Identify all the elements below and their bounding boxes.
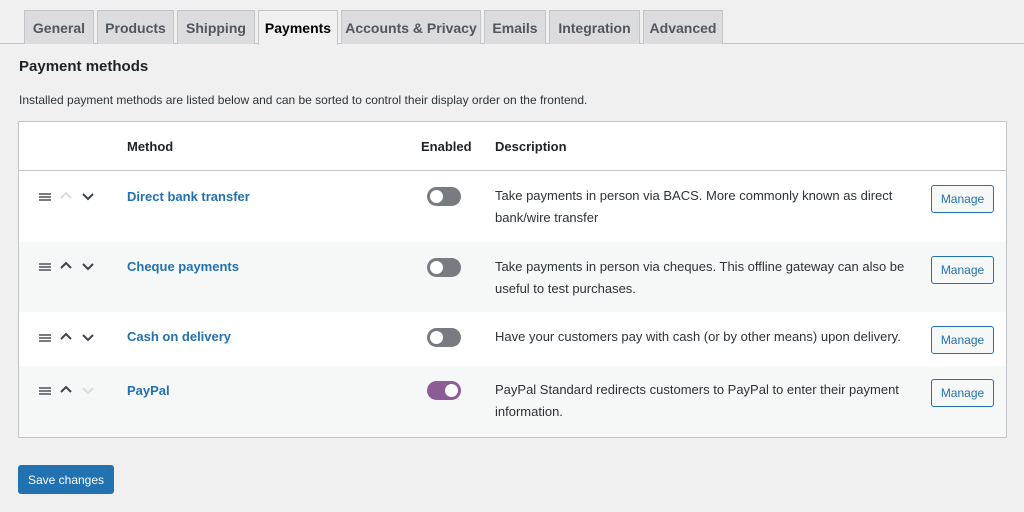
tab-accounts-privacy[interactable]: Accounts & Privacy — [341, 10, 481, 44]
move-up-icon[interactable] — [59, 259, 73, 273]
drag-handle-icon[interactable] — [39, 263, 51, 271]
table-row: Cash on delivery Have your customers pay… — [19, 312, 1006, 366]
move-up-icon[interactable] — [59, 189, 73, 203]
method-description: Take payments in person via BACS. More c… — [495, 188, 893, 225]
settings-tabs: General Products Shipping Payments Accou… — [0, 0, 1024, 45]
enabled-toggle[interactable] — [427, 258, 461, 277]
payment-methods-table: Method Enabled Description Direct bank t… — [18, 121, 1007, 438]
tab-advanced[interactable]: Advanced — [643, 10, 723, 44]
move-down-icon[interactable] — [81, 330, 95, 344]
method-link-cash-on-delivery[interactable]: Cash on delivery — [127, 329, 231, 344]
header-enabled: Enabled — [421, 139, 472, 154]
save-changes-button[interactable]: Save changes — [18, 465, 114, 494]
table-row: PayPal PayPal Standard redirects custome… — [19, 366, 1006, 437]
drag-handle-icon[interactable] — [39, 193, 51, 201]
header-method: Method — [127, 139, 174, 154]
manage-button[interactable]: Manage — [931, 379, 994, 407]
page-description: Installed payment methods are listed bel… — [19, 93, 588, 107]
tab-general[interactable]: General — [24, 10, 94, 44]
enabled-toggle[interactable] — [427, 187, 461, 206]
table-row: Cheque payments Take payments in person … — [19, 242, 1006, 312]
header-description: Description — [495, 139, 567, 154]
move-up-icon[interactable] — [59, 330, 73, 344]
manage-button[interactable]: Manage — [931, 185, 994, 213]
tab-payments[interactable]: Payments — [258, 10, 338, 45]
move-up-icon[interactable] — [59, 383, 73, 397]
move-down-icon[interactable] — [81, 189, 95, 203]
drag-handle-icon[interactable] — [39, 334, 51, 342]
tab-products[interactable]: Products — [97, 10, 174, 44]
move-down-icon[interactable] — [81, 259, 95, 273]
enabled-toggle[interactable] — [427, 381, 461, 400]
method-link-cheque-payments[interactable]: Cheque payments — [127, 259, 239, 274]
move-down-icon[interactable] — [81, 383, 95, 397]
method-link-paypal[interactable]: PayPal — [127, 383, 170, 398]
tab-shipping[interactable]: Shipping — [177, 10, 255, 44]
table-row: Direct bank transfer Take payments in pe… — [19, 172, 1006, 242]
manage-button[interactable]: Manage — [931, 326, 994, 354]
manage-button[interactable]: Manage — [931, 256, 994, 284]
enabled-toggle[interactable] — [427, 328, 461, 347]
table-header: Method Enabled Description — [19, 122, 1006, 171]
method-link-direct-bank-transfer[interactable]: Direct bank transfer — [127, 189, 250, 204]
method-description: Have your customers pay with cash (or by… — [495, 329, 901, 344]
method-description: Take payments in person via cheques. Thi… — [495, 259, 905, 296]
page-title: Payment methods — [19, 58, 149, 75]
method-description: PayPal Standard redirects customers to P… — [495, 382, 899, 419]
tab-emails[interactable]: Emails — [484, 10, 546, 44]
tab-integration[interactable]: Integration — [549, 10, 640, 44]
drag-handle-icon[interactable] — [39, 387, 51, 395]
